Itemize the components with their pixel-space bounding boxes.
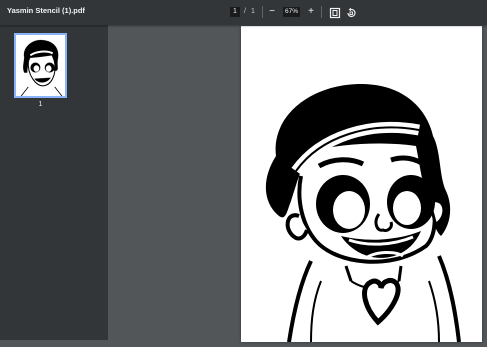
total-pages: 1 [251,8,255,15]
stencil-page-image [241,26,482,343]
zoom-in-button[interactable]: + [305,6,317,18]
zoom-level-input[interactable]: 67% [283,7,300,17]
thumbnail-sidebar: 1 [0,25,108,340]
page-thumbnail[interactable] [14,33,67,98]
pdf-page [241,26,482,343]
fit-to-page-button[interactable] [329,6,341,19]
fit-to-page-icon [329,7,341,19]
stencil-thumbnail-image [16,35,65,97]
page-separator: / [244,8,246,15]
thumbnail-page-label: 1 [38,101,43,108]
zoom-out-button[interactable]: − [266,6,278,18]
toolbar-divider [321,6,322,18]
pdf-toolbar: Yasmin Stencil (1).pdf 1 / 1 − 67% + [0,0,487,25]
rotate-button[interactable] [345,6,357,18]
toolbar-divider [262,6,263,18]
page-number-input[interactable]: 1 [230,7,240,17]
rotate-counterclockwise-icon [347,7,356,17]
file-title: Yasmin Stencil (1).pdf [7,6,85,15]
